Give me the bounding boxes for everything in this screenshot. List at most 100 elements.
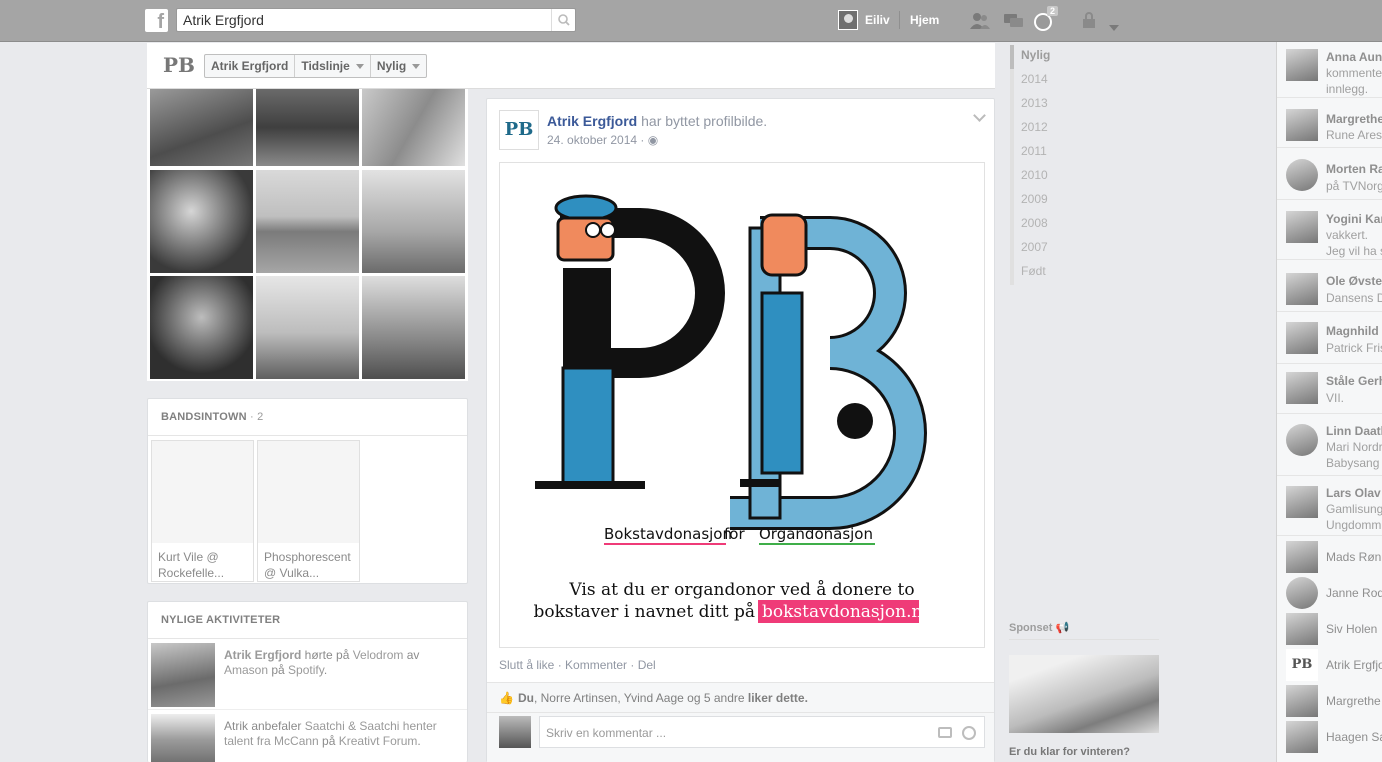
chat-contact[interactable]: Margrethe	[1277, 684, 1382, 718]
event-title: Kurt Vile @	[158, 550, 219, 564]
ticker-item[interactable]: Anna Aun kommente innlegg.	[1277, 42, 1382, 98]
year-item[interactable]: 2013	[1014, 93, 1050, 117]
photo-thumbnail[interactable]	[362, 170, 465, 273]
emoji-icon[interactable]	[962, 726, 976, 740]
settings-caret-icon[interactable]	[1109, 17, 1119, 37]
avatar	[1286, 109, 1318, 141]
event-venue: @ Vulka...	[264, 566, 320, 580]
megaphone-icon: 📢	[1055, 622, 1070, 634]
activity-verb: Atrik anbefaler	[224, 719, 305, 733]
chevron-down-icon[interactable]	[973, 109, 986, 122]
timeline-dropdown[interactable]: Tidslinje	[295, 55, 371, 77]
comment-input[interactable]: Skriv en kommentar ...	[539, 716, 985, 748]
chat-contact[interactable]: Siv Holen	[1277, 612, 1382, 646]
activity-end: .	[417, 734, 421, 748]
year-item[interactable]: 2014	[1014, 69, 1050, 93]
ad-title[interactable]: Er du klar for vinteren?	[1009, 746, 1130, 758]
ticker-item[interactable]: Ole Øvste Dansens D	[1277, 264, 1382, 312]
event-image	[152, 441, 253, 543]
facebook-logo[interactable]: f	[145, 9, 168, 32]
ticker-text: Jeg vil ha s	[1326, 244, 1382, 258]
artist-link[interactable]: Amason	[224, 663, 268, 677]
year-item[interactable]: 2012	[1014, 117, 1050, 141]
ticker-item[interactable]: Linn Daatl Mari Nordr Babysang	[1277, 418, 1382, 476]
ticker-item[interactable]: Magnhild Patrick Fris	[1277, 316, 1382, 364]
page-logo[interactable]: PB	[163, 53, 195, 77]
like-you-link[interactable]: Du	[518, 691, 534, 705]
ticker-item[interactable]: Yogini Kar vakkert. Jeg vil ha s	[1277, 202, 1382, 260]
more-likers-link[interactable]: 5 andre	[704, 691, 745, 705]
bandsintown-header[interactable]: BANDSINTOWN · 2	[148, 399, 467, 436]
ticker-name: Ståle Gerh	[1326, 374, 1382, 388]
photo-thumbnail[interactable]	[150, 89, 253, 166]
notification-badge: 2	[1047, 6, 1059, 16]
search-input[interactable]	[177, 9, 547, 31]
year-item[interactable]: 2010	[1014, 165, 1050, 189]
year-item[interactable]: Født	[1014, 261, 1050, 285]
chat-contact[interactable]: PB Atrik Ergfjo	[1277, 648, 1382, 682]
recent-activity-box: NYLIGE AKTIVITETER Atrik Ergfjord hørte …	[147, 601, 468, 762]
home-link[interactable]: Hjem	[910, 13, 939, 27]
story-timestamp[interactable]: 24. oktober 2014 · ◉	[547, 133, 658, 147]
chat-contact[interactable]: Mads Røn	[1277, 540, 1382, 574]
bandsintown-box: BANDSINTOWN · 2 Kurt Vile @ Rockefelle...…	[147, 398, 468, 584]
app-link[interactable]: Spotify	[288, 663, 324, 677]
ticker-item[interactable]: Lars Olav Gamlisung Ungdomm	[1277, 480, 1382, 536]
avatar	[1286, 159, 1318, 191]
photo-thumbnail[interactable]	[256, 276, 359, 379]
profile-link[interactable]: Eiliv	[838, 10, 890, 30]
photo-thumbnail[interactable]	[150, 276, 253, 379]
ticker-text: på TVNorg	[1326, 179, 1382, 193]
author-link[interactable]: Atrik Ergfjord	[547, 113, 637, 129]
bandsintown-event[interactable]: Kurt Vile @ Rockefelle...	[151, 440, 254, 582]
year-item[interactable]: 2008	[1014, 213, 1050, 237]
bandsintown-title: BANDSINTOWN	[161, 411, 247, 423]
year-item[interactable]: 2009	[1014, 189, 1050, 213]
ticker-item[interactable]: Ståle Gerh VII.	[1277, 366, 1382, 414]
search-button[interactable]	[551, 9, 575, 31]
story-avatar[interactable]: PB	[499, 110, 539, 150]
site-link[interactable]: Kreativt Forum	[339, 734, 418, 748]
avatar	[1286, 613, 1318, 645]
photo-thumbnail[interactable]	[150, 170, 253, 273]
profile-picture-image[interactable]: Bokstavdonasjon for Organdonasjon Vis at…	[499, 162, 985, 648]
ticker-item[interactable]: Margrethe Rune Ares	[1277, 100, 1382, 148]
story-date: 24. oktober 2014 ·	[547, 133, 648, 147]
likers-list[interactable]: , Norre Artinsen, Yvind Aage	[534, 691, 684, 705]
messages-icon[interactable]	[1002, 11, 1026, 37]
track-link[interactable]: Velodrom	[353, 648, 404, 662]
ticker-text: Patrick Fris	[1326, 341, 1382, 355]
bandsintown-event[interactable]: Phosphorescent @ Vulka...	[257, 440, 360, 582]
photo-thumbnail[interactable]	[362, 276, 465, 379]
story-actions[interactable]: Slutt å like · Kommenter · Del	[499, 658, 656, 672]
year-item[interactable]: 2007	[1014, 237, 1050, 261]
photo-thumbnail[interactable]	[362, 89, 465, 166]
sponsored-header[interactable]: Sponset 📢	[1009, 621, 1159, 640]
friends-icon[interactable]	[968, 11, 992, 37]
ticker-text: Rune Ares	[1326, 128, 1382, 142]
privacy-lock-icon[interactable]	[1080, 11, 1098, 37]
ticker-name: Yogini Kar	[1326, 212, 1382, 226]
avatar	[1286, 49, 1318, 81]
chat-contact[interactable]: Janne Rod	[1277, 576, 1382, 610]
avatar	[499, 716, 531, 748]
article-thumbnail[interactable]	[151, 714, 215, 762]
year-item[interactable]: Nylig	[1010, 45, 1050, 69]
ticker-text: vakkert.	[1326, 228, 1369, 242]
album-thumbnail[interactable]	[151, 643, 215, 707]
year-item[interactable]: 2011	[1014, 141, 1050, 165]
photo-thumbnail[interactable]	[256, 89, 359, 166]
recent-dropdown[interactable]: Nylig	[371, 55, 426, 77]
name-button[interactable]: Atrik Ergfjord	[205, 55, 296, 77]
camera-icon[interactable]	[938, 727, 952, 738]
photo-grid	[147, 89, 468, 381]
ticker-text: Babysang	[1326, 456, 1380, 470]
ticker-text: Dansens D	[1326, 291, 1382, 305]
chat-contact[interactable]: Haagen Sa	[1277, 720, 1382, 754]
photo-thumbnail[interactable]	[256, 170, 359, 273]
event-venue: Rockefelle...	[158, 566, 225, 580]
avatar	[1286, 486, 1318, 518]
ad-image[interactable]	[1009, 655, 1159, 733]
activity-actor-link[interactable]: Atrik Ergfjord	[224, 648, 301, 662]
ticker-item[interactable]: Morten Ra på TVNorg	[1277, 150, 1382, 200]
